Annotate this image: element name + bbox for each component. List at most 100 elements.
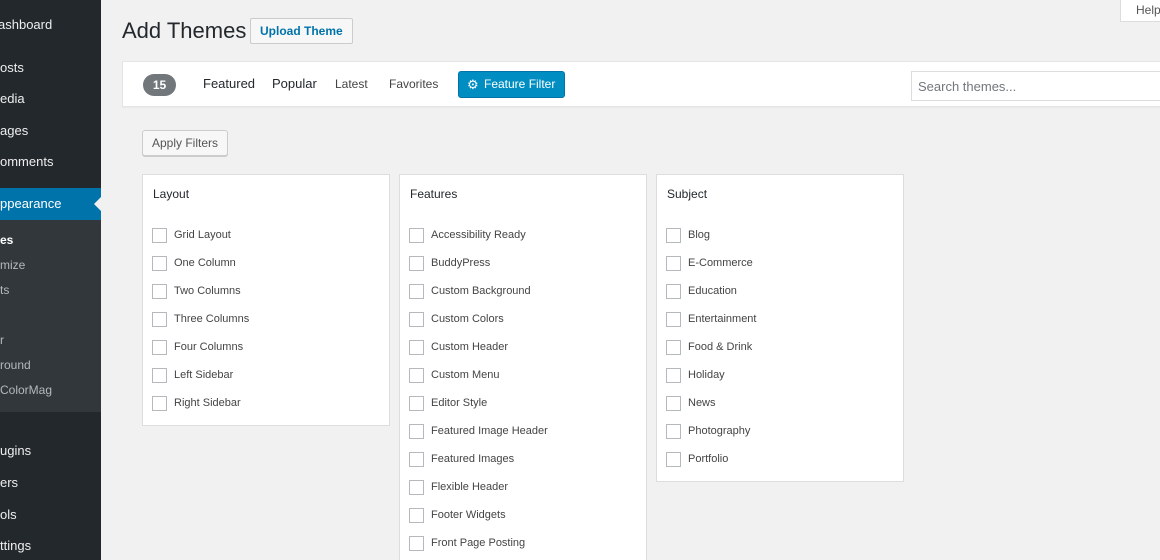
sidebar-item-label: ugins (0, 443, 32, 458)
sidebar-item-pages[interactable]: ages (0, 117, 101, 145)
checkbox[interactable] (666, 256, 681, 271)
submenu-item-background[interactable]: round (0, 353, 101, 377)
submenu-item-label: ts (0, 283, 10, 297)
filter-option-label: Custom Background (431, 285, 531, 297)
checkbox[interactable] (409, 424, 424, 439)
tab-featured[interactable]: Featured (203, 76, 255, 91)
feature-filter-button[interactable]: ⚙ Feature Filter (458, 71, 566, 98)
sidebar-item-label: osts (0, 60, 24, 75)
checkbox[interactable] (409, 396, 424, 411)
checkbox[interactable] (152, 256, 167, 271)
checkbox[interactable] (409, 340, 424, 355)
sidebar-item-comments[interactable]: omments (0, 148, 101, 176)
filter-option-label: Three Columns (174, 313, 250, 325)
submenu-item-label: round (0, 358, 31, 372)
checkbox[interactable] (409, 368, 424, 383)
checkbox[interactable] (666, 368, 681, 383)
tab-popular[interactable]: Popular (272, 76, 317, 91)
sidebar-item-plugins[interactable]: ugins (0, 437, 101, 465)
sidebar-item-media[interactable]: edia (0, 85, 101, 113)
checkbox[interactable] (152, 312, 167, 327)
checkbox[interactable] (409, 452, 424, 467)
checkbox[interactable] (409, 256, 424, 271)
filter-group-title: Subject (667, 187, 708, 201)
sidebar-item-label: ashboard (0, 17, 53, 32)
checkbox[interactable] (152, 284, 167, 299)
filter-option-label: Custom Colors (431, 313, 504, 325)
checkbox[interactable] (666, 424, 681, 439)
filter-option-label: Entertainment (688, 313, 757, 325)
checkbox[interactable] (152, 396, 167, 411)
filter-option-label: Editor Style (431, 397, 488, 409)
submenu-item-colormag[interactable]: ColorMag (0, 378, 101, 402)
search-themes-input[interactable] (911, 71, 1160, 101)
apply-filters-button[interactable]: Apply Filters (142, 130, 229, 156)
checkbox[interactable] (666, 312, 681, 327)
submenu-item-customize[interactable]: mize (0, 253, 101, 277)
checkbox[interactable] (409, 228, 424, 243)
filter-option-label: Portfolio (688, 453, 729, 465)
submenu-item-label: ColorMag (0, 383, 53, 397)
checkbox[interactable] (666, 284, 681, 299)
checkbox[interactable] (152, 228, 167, 243)
filter-option-label: Featured Images (431, 453, 515, 465)
sidebar-item-label: ppearance (0, 196, 62, 211)
checkbox[interactable] (409, 508, 424, 523)
sidebar-item-users[interactable]: ers (0, 469, 101, 497)
checkbox[interactable] (409, 536, 424, 551)
checkbox[interactable] (666, 228, 681, 243)
checkbox[interactable] (409, 284, 424, 299)
submenu-item-label: es (0, 233, 14, 247)
feature-filter-label: Feature Filter (484, 77, 556, 91)
filter-option-label: Photography (688, 425, 751, 437)
sidebar-item-tools[interactable]: ols (0, 501, 101, 529)
submenu-item-widgets[interactable]: ts (0, 278, 101, 302)
submenu-item-themes[interactable]: es (0, 228, 101, 252)
checkbox[interactable] (666, 396, 681, 411)
page-title: Add Themes (122, 18, 247, 43)
checkbox[interactable] (409, 312, 424, 327)
sidebar-item-label: edia (0, 91, 25, 106)
filter-group-title: Features (410, 187, 458, 201)
filter-option-label: Grid Layout (174, 229, 231, 241)
filter-group-features: Features Accessibility Ready BuddyPress … (399, 174, 647, 560)
sidebar-item-label: ols (0, 507, 17, 522)
submenu-item-label: r (0, 333, 4, 347)
filter-option-label: Custom Header (431, 341, 509, 353)
checkbox[interactable] (666, 340, 681, 355)
filter-option-label: Front Page Posting (431, 537, 526, 549)
sidebar-item-label: ers (0, 475, 19, 490)
filter-option-label: Two Columns (174, 285, 241, 297)
filter-option-label: Food & Drink (688, 341, 753, 353)
submenu-item-header[interactable]: r (0, 328, 101, 352)
filter-option-label: Footer Widgets (431, 509, 506, 521)
sidebar-item-label: ages (0, 123, 29, 138)
filter-option-label: E-Commerce (688, 257, 753, 269)
appearance-submenu: es mize ts r round ColorMag (0, 220, 101, 412)
filter-group-subject: Subject Blog E-Commerce Education Entert… (656, 174, 904, 482)
admin-sidebar: ashboard osts edia ages omments ppearanc… (0, 0, 101, 560)
checkbox[interactable] (152, 368, 167, 383)
tab-favorites[interactable]: Favorites (389, 77, 438, 91)
sidebar-item-appearance[interactable]: ppearance (0, 188, 101, 220)
gear-icon: ⚙ (467, 77, 479, 92)
filter-group-layout: Layout Grid Layout One Column Two Column… (142, 174, 390, 426)
filter-option-label: One Column (174, 257, 236, 269)
filter-option-label: BuddyPress (431, 257, 491, 269)
sidebar-item-dashboard[interactable]: ashboard (0, 11, 101, 39)
checkbox[interactable] (666, 452, 681, 467)
theme-count-badge: 15 (143, 74, 176, 96)
help-tab-button[interactable]: Help (1120, 0, 1160, 22)
sidebar-item-settings[interactable]: ttings (0, 532, 101, 560)
checkbox[interactable] (409, 480, 424, 495)
filter-option-label: Accessibility Ready (431, 229, 526, 241)
filter-option-label: News (688, 397, 716, 409)
upload-theme-button[interactable]: Upload Theme (250, 18, 353, 44)
sidebar-item-posts[interactable]: osts (0, 54, 101, 82)
sidebar-item-label: ttings (0, 538, 32, 553)
active-arrow-indicator (94, 196, 101, 212)
filter-option-label: Four Columns (174, 341, 244, 353)
checkbox[interactable] (152, 340, 167, 355)
filter-option-label: Blog (688, 229, 711, 241)
tab-latest[interactable]: Latest (335, 77, 368, 91)
